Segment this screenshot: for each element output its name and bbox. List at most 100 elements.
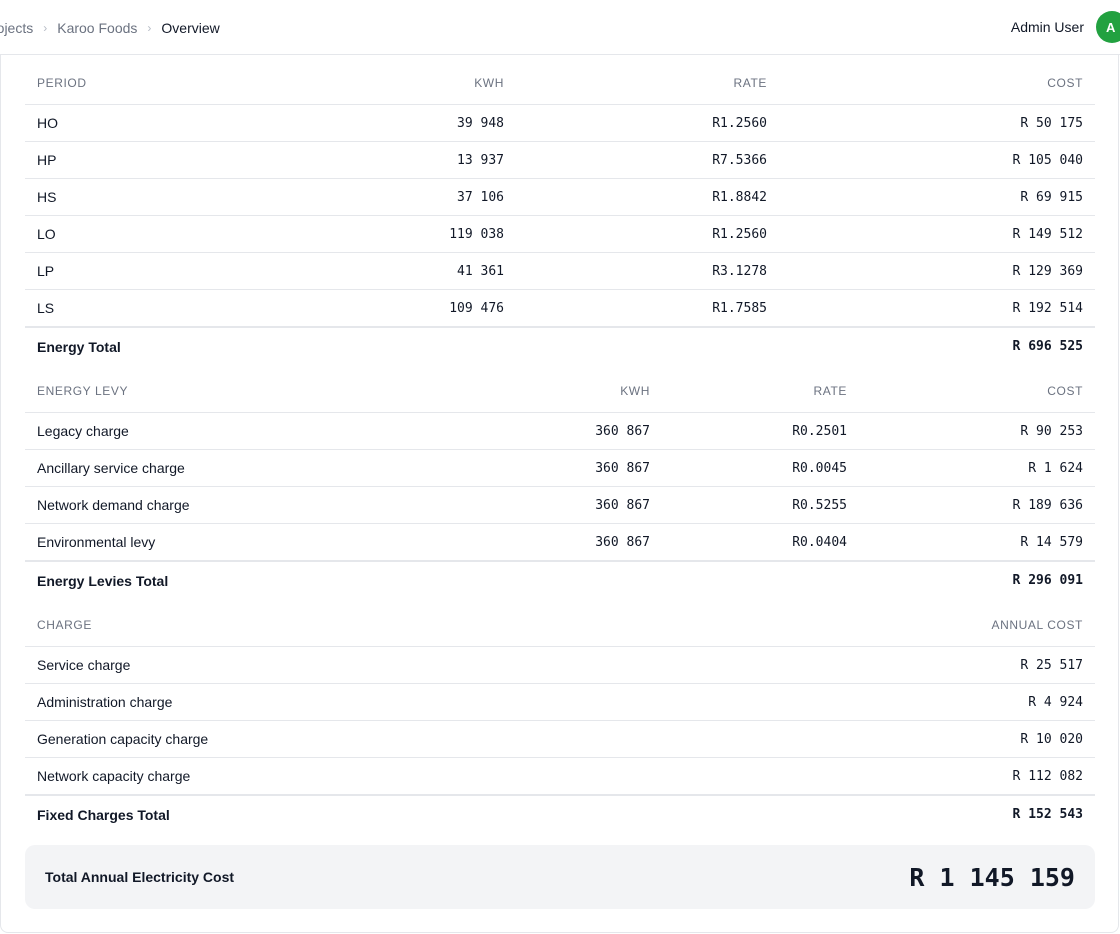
cost-cell: R 189 636: [859, 486, 1095, 524]
cost-cell: R 149 512: [779, 215, 1095, 253]
levy-name-cell: Ancillary service charge: [25, 449, 425, 487]
energy-total-label: Energy Total: [25, 326, 779, 365]
charge-name-cell: Network capacity charge: [25, 757, 725, 796]
chevron-right-icon: ›: [147, 20, 152, 35]
period-cell: HS: [25, 178, 325, 216]
cost-cell: R 192 514: [779, 289, 1095, 328]
rate-cell: R1.8842: [516, 178, 779, 216]
user-menu[interactable]: Admin User A: [1011, 11, 1120, 43]
levy-total-value: R 296 091: [859, 560, 1095, 599]
cost-cell: R 90 253: [859, 412, 1095, 450]
column-header-period: PERIOD: [25, 62, 325, 105]
column-header-kwh: KWH: [425, 370, 662, 413]
breadcrumb-current: Overview: [161, 19, 220, 36]
rate-cell: R1.2560: [516, 215, 779, 253]
grand-total-value: R 1 145 159: [909, 862, 1075, 892]
kwh-cell: 360 867: [425, 449, 662, 487]
grand-total-panel: Total Annual Electricity Cost R 1 145 15…: [25, 845, 1095, 909]
levy-total-row: Energy Levies Total R 296 091: [25, 560, 1095, 599]
kwh-cell: 41 361: [325, 252, 516, 290]
column-header-cost: COST: [779, 62, 1095, 105]
energy-levy-table: ENERGY LEVY KWH RATE COST Legacy charge 3…: [25, 370, 1095, 599]
table-row: Environmental levy 360 867 R0.0404 R 14 579: [25, 523, 1095, 562]
breadcrumb: rojects › Karoo Foods › Overview: [0, 0, 220, 55]
top-bar: rojects › Karoo Foods › Overview Admin U…: [0, 0, 1120, 55]
rate-cell: R1.7585: [516, 289, 779, 328]
energy-total-row: Energy Total R 696 525: [25, 326, 1095, 365]
table-row: HS 37 106 R1.8842 R 69 915: [25, 178, 1095, 216]
table-header-row: CHARGE ANNUAL COST: [25, 604, 1095, 647]
table-row: HP 13 937 R7.5366 R 105 040: [25, 141, 1095, 179]
table-row: LO 119 038 R1.2560 R 149 512: [25, 215, 1095, 253]
fixed-total-value: R 152 543: [725, 794, 1095, 833]
cost-cell: R 105 040: [779, 141, 1095, 179]
rate-cell: R0.2501: [662, 412, 859, 450]
table-row: Network capacity charge R 112 082: [25, 757, 1095, 796]
cost-cell: R 1 624: [859, 449, 1095, 487]
column-header-charge: CHARGE: [25, 604, 725, 647]
energy-total-value: R 696 525: [779, 326, 1095, 365]
rate-cell: R0.0045: [662, 449, 859, 487]
cost-cell: R 14 579: [859, 523, 1095, 562]
period-cell: LO: [25, 215, 325, 253]
column-header-rate: RATE: [516, 62, 779, 105]
levy-name-cell: Environmental levy: [25, 523, 425, 562]
table-header-row: ENERGY LEVY KWH RATE COST: [25, 370, 1095, 413]
energy-table: PERIOD KWH RATE COST HO 39 948 R1.2560 R 50…: [25, 62, 1095, 365]
fixed-total-row: Fixed Charges Total R 152 543: [25, 794, 1095, 833]
kwh-cell: 119 038: [325, 215, 516, 253]
cost-cell: R 112 082: [725, 757, 1095, 796]
table-header-row: PERIOD KWH RATE COST: [25, 62, 1095, 105]
table-row: Generation capacity charge R 10 020: [25, 720, 1095, 758]
rate-cell: R0.0404: [662, 523, 859, 562]
kwh-cell: 360 867: [425, 486, 662, 524]
table-row: HO 39 948 R1.2560 R 50 175: [25, 104, 1095, 142]
cost-cell: R 50 175: [779, 104, 1095, 142]
charge-name-cell: Administration charge: [25, 683, 725, 721]
user-name: Admin User: [1010, 19, 1084, 35]
rate-cell: R1.2560: [516, 104, 779, 142]
kwh-cell: 360 867: [425, 412, 662, 450]
column-header-annual-cost: ANNUAL COST: [725, 604, 1095, 647]
fixed-charges-table: CHARGE ANNUAL COST Service charge R 25 51…: [25, 604, 1095, 833]
kwh-cell: 360 867: [425, 523, 662, 562]
breadcrumb-project[interactable]: Karoo Foods: [57, 20, 137, 36]
column-header-cost: COST: [859, 370, 1095, 413]
kwh-cell: 39 948: [325, 104, 516, 142]
cost-cell: R 69 915: [779, 178, 1095, 216]
grand-total-label: Total Annual Electricity Cost: [45, 869, 235, 885]
breadcrumb-projects[interactable]: rojects: [0, 20, 33, 36]
period-cell: LS: [25, 289, 325, 328]
kwh-cell: 13 937: [325, 141, 516, 179]
fixed-total-label: Fixed Charges Total: [25, 794, 725, 833]
period-cell: HO: [25, 104, 325, 142]
charge-name-cell: Service charge: [25, 646, 725, 684]
charge-name-cell: Generation capacity charge: [25, 720, 725, 758]
period-cell: LP: [25, 252, 325, 290]
column-header-kwh: KWH: [325, 62, 516, 105]
table-row: Legacy charge 360 867 R0.2501 R 90 253: [25, 412, 1095, 450]
column-header-energy-levy: ENERGY LEVY: [25, 370, 425, 413]
period-cell: HP: [25, 141, 325, 179]
table-row: LS 109 476 R1.7585 R 192 514: [25, 289, 1095, 328]
levy-total-label: Energy Levies Total: [25, 560, 859, 599]
table-row: Ancillary service charge 360 867 R0.0045 R …: [25, 449, 1095, 487]
rate-cell: R0.5255: [662, 486, 859, 524]
rate-cell: R7.5366: [516, 141, 779, 179]
levy-name-cell: Network demand charge: [25, 486, 425, 524]
rate-cell: R3.1278: [516, 252, 779, 290]
levy-name-cell: Legacy charge: [25, 412, 425, 450]
column-header-rate: RATE: [662, 370, 859, 413]
cost-cell: R 129 369: [779, 252, 1095, 290]
table-row: Network demand charge 360 867 R0.5255 R 189…: [25, 486, 1095, 524]
avatar[interactable]: A: [1096, 11, 1120, 43]
kwh-cell: 37 106: [325, 178, 516, 216]
kwh-cell: 109 476: [325, 289, 516, 328]
table-row: Service charge R 25 517: [25, 646, 1095, 684]
cost-cell: R 4 924: [725, 683, 1095, 721]
table-row: Administration charge R 4 924: [25, 683, 1095, 721]
chevron-right-icon: ›: [43, 20, 48, 35]
cost-cell: R 10 020: [725, 720, 1095, 758]
table-row: LP 41 361 R3.1278 R 129 369: [25, 252, 1095, 290]
cost-cell: R 25 517: [725, 646, 1095, 684]
